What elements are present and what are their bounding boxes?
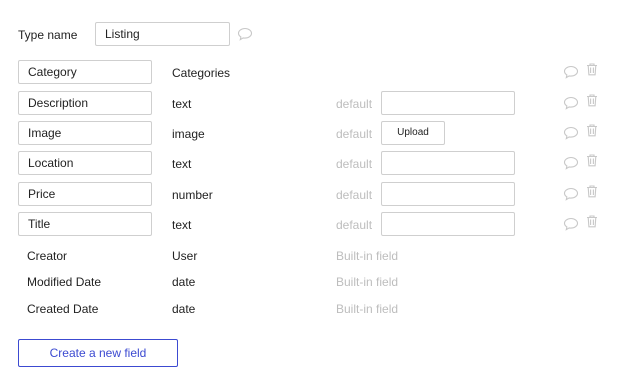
create-new-field-button[interactable]: Create a new field: [18, 339, 178, 367]
builtin-field-note: Built-in field: [336, 249, 399, 263]
default-label: default: [336, 218, 373, 232]
comment-icon[interactable]: [563, 156, 579, 170]
upload-button[interactable]: Upload: [381, 121, 445, 145]
builtin-field-name: Created Date: [27, 302, 99, 316]
trash-icon[interactable]: [584, 153, 600, 167]
builtin-field-note: Built-in field: [336, 275, 399, 289]
field-type-label: text: [172, 97, 192, 111]
builtin-field-note: Built-in field: [336, 302, 399, 316]
comment-icon[interactable]: [237, 27, 253, 41]
builtin-field-type: date: [172, 275, 196, 289]
field-type-label: number: [172, 188, 213, 202]
default-value-input[interactable]: [381, 91, 515, 115]
default-label: default: [336, 157, 373, 171]
comment-icon[interactable]: [563, 126, 579, 140]
type-name-input[interactable]: Listing: [95, 22, 230, 46]
field-name-input[interactable]: Location: [18, 151, 152, 175]
field-name-input[interactable]: Price: [18, 182, 152, 206]
trash-icon[interactable]: [584, 62, 600, 76]
field-type-label: image: [172, 127, 205, 141]
type-name-label: Type name: [18, 28, 78, 42]
default-label: default: [336, 97, 373, 111]
field-name-input[interactable]: Title: [18, 212, 152, 236]
trash-icon[interactable]: [584, 214, 600, 228]
trash-icon[interactable]: [584, 93, 600, 107]
field-type-label: text: [172, 157, 192, 171]
field-name-input[interactable]: Image: [18, 121, 152, 145]
comment-icon[interactable]: [563, 217, 579, 231]
default-label: default: [336, 188, 373, 202]
field-type-label: Categories: [172, 66, 231, 80]
comment-icon[interactable]: [563, 65, 579, 79]
builtin-field-type: User: [172, 249, 198, 263]
field-name-input[interactable]: Description: [18, 91, 152, 115]
builtin-field-type: date: [172, 302, 196, 316]
default-label: default: [336, 127, 373, 141]
trash-icon[interactable]: [584, 184, 600, 198]
field-type-label: text: [172, 218, 192, 232]
trash-icon[interactable]: [584, 123, 600, 137]
builtin-field-name: Modified Date: [27, 275, 102, 289]
comment-icon[interactable]: [563, 96, 579, 110]
field-name-input[interactable]: Category: [18, 60, 152, 84]
comment-icon[interactable]: [563, 187, 579, 201]
default-value-input[interactable]: [381, 151, 515, 175]
builtin-field-name: Creator: [27, 249, 68, 263]
default-value-input[interactable]: [381, 212, 515, 236]
default-value-input[interactable]: [381, 182, 515, 206]
